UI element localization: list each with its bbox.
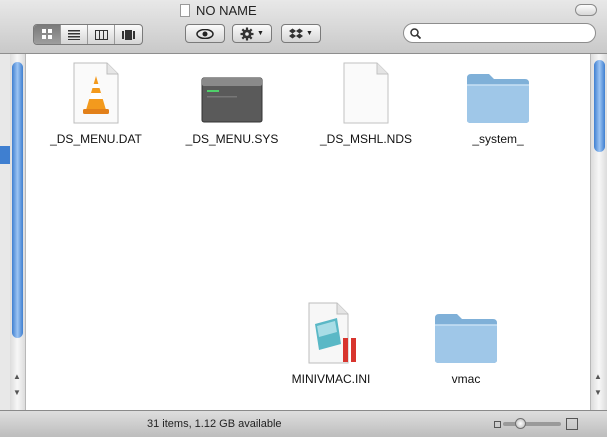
coverflow-view-icon: [122, 29, 135, 40]
content-scrollbar-thumb[interactable]: [594, 60, 605, 152]
file-item[interactable]: vmac: [406, 300, 526, 386]
column-view-button[interactable]: [88, 25, 115, 44]
folder-icon: [467, 74, 529, 123]
search-input[interactable]: [425, 26, 589, 40]
vlc-cone-icon: [73, 62, 119, 124]
list-view-button[interactable]: [61, 25, 88, 44]
volume-icon: [180, 3, 190, 17]
search-field[interactable]: [403, 23, 596, 43]
dropbox-menu-button[interactable]: ▼: [281, 24, 321, 43]
column-view-icon: [94, 29, 108, 40]
chevron-down-icon: ▼: [257, 30, 264, 37]
coverflow-view-button[interactable]: [115, 25, 142, 44]
status-bar: 31 items, 1.12 GB available: [0, 410, 607, 437]
icon-view-button[interactable]: [34, 25, 61, 44]
icon-view-icon: [41, 29, 52, 39]
scroll-up-arrow-icon[interactable]: ▲: [13, 372, 21, 381]
file-item[interactable]: _DS_MSHL.NDS: [306, 60, 426, 146]
file-item[interactable]: MINIVMAC.INI: [271, 300, 391, 386]
status-text: 31 items, 1.12 GB available: [147, 418, 282, 430]
file-name: _DS_MENU.SYS: [185, 132, 279, 146]
toolbar: NO NAME ▼ ▼: [0, 0, 607, 54]
icon-size-slider-knob[interactable]: [515, 418, 526, 429]
file-name: vmac: [451, 372, 481, 386]
file-name: _DS_MSHL.NDS: [319, 132, 413, 146]
view-mode-segmented-control: [33, 24, 143, 45]
sidebar-scrollbar-thumb[interactable]: [12, 62, 23, 338]
content-scrollbar[interactable]: ▲ ▼: [590, 54, 607, 410]
window-title: NO NAME: [180, 2, 257, 18]
gear-icon: [240, 27, 254, 40]
scroll-up-arrow-icon[interactable]: ▲: [594, 372, 602, 381]
list-view-icon: [68, 29, 80, 40]
file-name: MINIVMAC.INI: [291, 372, 371, 386]
icon-size-slider[interactable]: [503, 418, 561, 429]
file-name: _system_: [472, 132, 524, 146]
scroll-down-arrow-icon[interactable]: ▼: [13, 388, 21, 397]
file-item[interactable]: _DS_MENU.DAT: [36, 60, 156, 146]
file-item[interactable]: _DS_MENU.SYS: [172, 60, 292, 146]
file-name: _DS_MENU.DAT: [50, 132, 142, 146]
large-icon-size-icon: [566, 418, 578, 430]
quick-look-button[interactable]: [185, 24, 225, 43]
blank-document-icon: [343, 62, 389, 124]
eye-icon: [196, 28, 214, 39]
ini-document-icon: [308, 302, 356, 364]
exec-file-icon: [201, 77, 263, 123]
window-title-text: NO NAME: [196, 2, 257, 18]
sidebar-scrollbar[interactable]: ▲ ▼: [10, 54, 26, 410]
chevron-down-icon: ▼: [306, 30, 313, 37]
small-icon-size-icon: [494, 421, 501, 428]
file-item[interactable]: _system_: [438, 60, 558, 146]
dropbox-icon: [289, 28, 304, 38]
folder-icon: [435, 314, 497, 363]
search-icon: [410, 27, 421, 39]
toolbar-toggle-button[interactable]: [575, 4, 597, 16]
sidebar-edge: [0, 54, 10, 410]
scroll-down-arrow-icon[interactable]: ▼: [594, 388, 602, 397]
action-menu-button[interactable]: ▼: [232, 24, 272, 43]
sidebar-selection-marker: [0, 146, 10, 164]
file-icon-grid: _DS_MENU.DAT _DS_MENU.SYS _DS_MSHL.NDS _…: [27, 54, 590, 410]
